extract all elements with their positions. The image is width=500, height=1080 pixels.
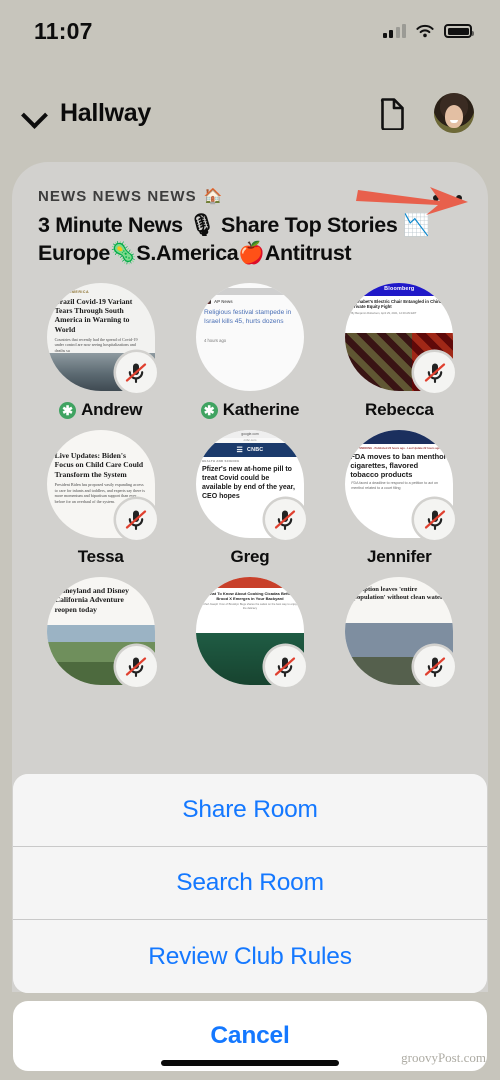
article-headline: Brazil Covid-19 Variant Tears Through So… bbox=[54, 296, 133, 334]
participant-name: Tessa bbox=[77, 547, 124, 567]
article-brand: NEWS bbox=[345, 430, 454, 445]
article-headline: FDA moves to ban menthol cigarettes, fla… bbox=[350, 451, 446, 479]
article-kicker: LATIN AMERICA bbox=[54, 290, 90, 295]
participant-shared-article: AP News Religious festival stampede in I… bbox=[195, 283, 304, 392]
document-icon[interactable] bbox=[379, 97, 406, 130]
article-source: AP News bbox=[213, 299, 233, 305]
participant-row3-1[interactable]: Disneyland and Disney California Adventu… bbox=[26, 577, 175, 688]
article-urlbar: google.com bbox=[195, 430, 304, 438]
article-body: FDA faced a deadline to respond to a pet… bbox=[351, 481, 439, 491]
article-byline: Chef Joseph Yoon of Brooklyn Bugs shares… bbox=[203, 603, 297, 611]
participant-row3-3[interactable]: Eruption leaves 'entire population' with… bbox=[325, 577, 474, 688]
share-room-button[interactable]: Share Room bbox=[13, 774, 487, 847]
search-room-button[interactable]: Search Room bbox=[13, 847, 487, 920]
article-brand: Bloomberg bbox=[345, 283, 454, 297]
watermark: groovyPost.com bbox=[401, 1050, 486, 1065]
article-headline: Alphabet's Electric Chair Entangled in C… bbox=[351, 299, 443, 310]
participant-name-row: Rebecca bbox=[365, 400, 434, 420]
article-headline: Religious festival stampede in Israel ki… bbox=[203, 308, 292, 325]
wifi-icon bbox=[416, 24, 434, 37]
chevron-down-icon bbox=[22, 100, 48, 126]
article-timestamp: 4 hours ago bbox=[203, 338, 227, 344]
action-sheet: Share Room Search Room Review Club Rules… bbox=[0, 774, 500, 1080]
participant-name: Katherine bbox=[222, 400, 300, 420]
battery-full-icon bbox=[444, 24, 474, 38]
annotation-arrow bbox=[356, 187, 468, 215]
mic-muted-icon bbox=[414, 499, 456, 541]
participant-tessa[interactable]: Live Updates: Biden's Focus on Child Car… bbox=[26, 430, 175, 567]
article-brand: CNBC bbox=[247, 446, 264, 453]
cellular-bars-icon bbox=[382, 24, 406, 38]
article-headline: What To Know About Cooking Cicadas Befor… bbox=[206, 591, 294, 602]
club-member-badge-icon: ✱ bbox=[59, 401, 77, 419]
status-bar: 11:07 bbox=[0, 0, 500, 62]
mic-muted-icon bbox=[264, 646, 306, 688]
room-collapse-toggle[interactable]: Hallway bbox=[22, 99, 151, 128]
mic-muted-icon bbox=[264, 499, 306, 541]
article-byline: By Benjamin Robertson, April 29, 2021, 1… bbox=[351, 311, 417, 315]
article-headline: Disneyland and Disney California Adventu… bbox=[54, 586, 129, 614]
club-member-badge-icon: ✱ bbox=[200, 401, 218, 419]
mic-muted-icon bbox=[115, 352, 157, 394]
participant-row3-2[interactable]: What To Know About Cooking Cicadas Befor… bbox=[175, 577, 324, 688]
participant-name: Andrew bbox=[81, 400, 143, 420]
mic-muted-icon bbox=[115, 646, 157, 688]
participant-katherine[interactable]: AP News Religious festival stampede in I… bbox=[175, 283, 324, 420]
participant-andrew[interactable]: LATIN AMERICA Brazil Covid-19 Variant Te… bbox=[26, 283, 175, 420]
club-name: NEWS NEWS NEWS bbox=[38, 188, 197, 205]
nav-bar: Hallway bbox=[0, 85, 500, 141]
participant-name-row: Tessa bbox=[78, 547, 124, 567]
avatar[interactable] bbox=[434, 93, 474, 133]
hamburger-icon: ☰ bbox=[236, 446, 244, 454]
status-bar-indicators bbox=[382, 24, 474, 39]
participant-name-row: ✱ Andrew bbox=[59, 400, 142, 420]
action-sheet-options: Share Room Search Room Review Club Rules bbox=[13, 774, 487, 993]
participant-name-row: Greg bbox=[231, 547, 270, 567]
article-kicker: HEALTH AND SCIENCE bbox=[201, 459, 240, 464]
home-indicator bbox=[161, 1060, 339, 1066]
participant-jennifer[interactable]: NEWS STOP SMOKING · Published 23 hours a… bbox=[325, 430, 474, 567]
article-headline: Eruption leaves 'entire population' with… bbox=[353, 586, 443, 602]
participant-name-row: ✱ Katherine bbox=[200, 400, 300, 420]
participant-rebecca[interactable]: Bloomberg Alphabet's Electric Chair Enta… bbox=[325, 283, 474, 420]
participant-name-row: Jennifer bbox=[367, 547, 432, 567]
house-icon: 🏠 bbox=[203, 188, 224, 205]
participant-name: Greg bbox=[230, 547, 270, 567]
participant-name: Rebecca bbox=[365, 400, 434, 420]
status-bar-clock: 11:07 bbox=[34, 17, 93, 44]
mic-muted-icon bbox=[115, 499, 157, 541]
participant-grid: LATIN AMERICA Brazil Covid-19 Variant Te… bbox=[12, 267, 488, 688]
room-label: Hallway bbox=[60, 98, 152, 127]
article-kicker: STOP SMOKING · Published 23 hours ago · … bbox=[351, 447, 441, 451]
article-headline: Live Updates: Biden's Focus on Child Car… bbox=[54, 451, 144, 479]
review-club-rules-button[interactable]: Review Club Rules bbox=[13, 920, 487, 993]
article-headline: Pfizer's new at-home pill to treat Covid… bbox=[201, 466, 295, 500]
participant-name: Jennifer bbox=[367, 547, 432, 567]
participant-greg[interactable]: google.com cnbc.com ☰ CNBC HEALTH AND SC… bbox=[175, 430, 324, 567]
